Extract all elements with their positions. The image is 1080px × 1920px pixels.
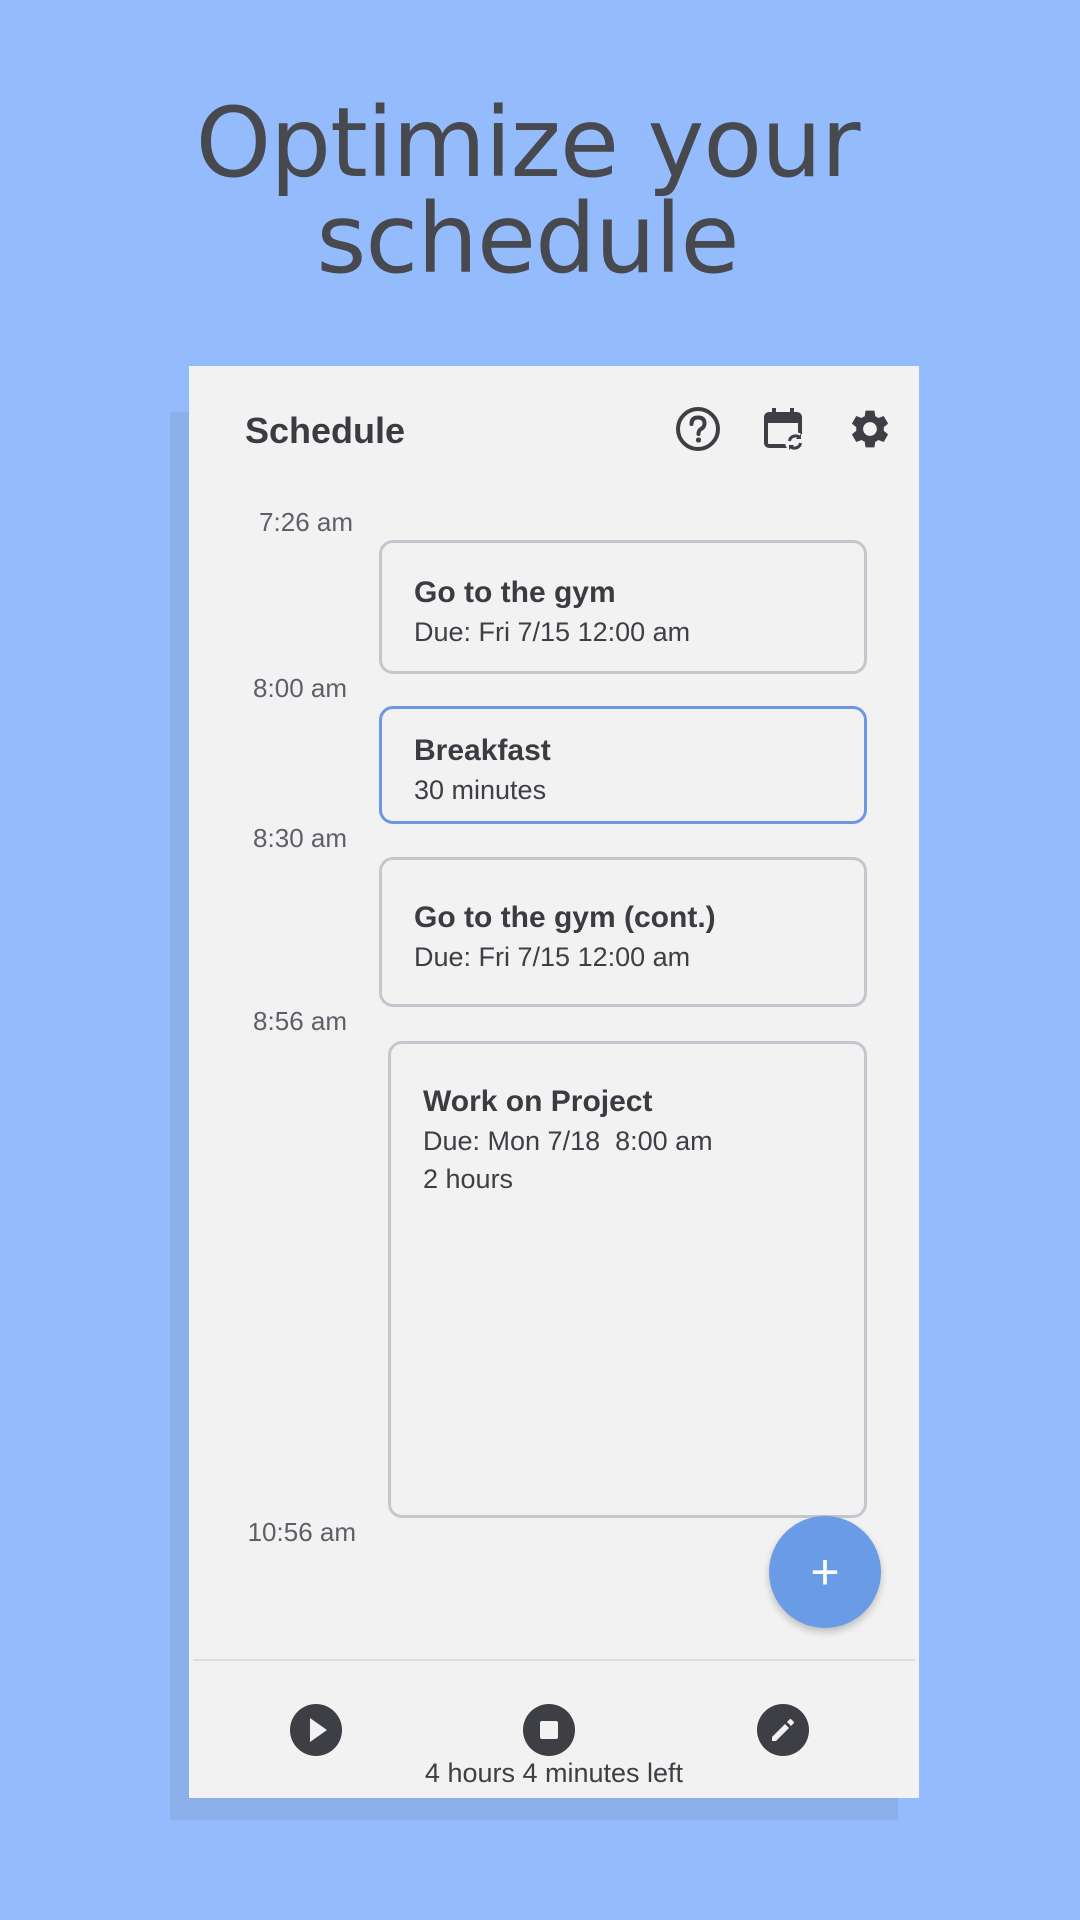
- play-button[interactable]: [290, 1704, 342, 1756]
- event-card[interactable]: Go to the gym Due: Fri 7/15 12:00 am: [379, 540, 867, 674]
- edit-pencil-icon: [772, 1719, 794, 1741]
- event-title: Go to the gym: [414, 576, 616, 609]
- event-card[interactable]: Work on Project Due: Mon 7/18 8:00 am 2 …: [388, 1041, 867, 1518]
- headline-line-1: Optimize your: [195, 87, 861, 199]
- event-duration: 30 minutes: [414, 775, 547, 805]
- event-title: Go to the gym (cont.): [414, 901, 716, 934]
- headline: Optimize your schedule: [0, 95, 1055, 287]
- app-screen: Schedule 7:26 am 8:00 am 8:30 am 8:56 am…: [189, 366, 919, 1798]
- help-icon[interactable]: [673, 404, 723, 454]
- time-label: 7:26 am: [259, 507, 353, 537]
- event-due: Due: Fri 7/15 12:00 am: [414, 942, 691, 972]
- time-label: 8:56 am: [253, 1006, 347, 1036]
- stop-button[interactable]: [523, 1704, 575, 1756]
- time-label: 8:30 am: [253, 823, 347, 853]
- event-title: Work on Project: [423, 1085, 653, 1118]
- event-card[interactable]: Go to the gym (cont.) Due: Fri 7/15 12:0…: [379, 857, 867, 1007]
- event-duration: 2 hours: [423, 1164, 514, 1194]
- event-due: Due: Fri 7/15 12:00 am: [414, 617, 691, 647]
- edit-button[interactable]: [757, 1704, 809, 1756]
- plus-icon: +: [810, 1544, 840, 1600]
- headline-line-2: schedule: [316, 183, 739, 295]
- divider: [193, 1659, 915, 1661]
- page-title: Schedule: [245, 410, 406, 451]
- time-remaining-text: 4 hours 4 minutes left: [424, 1758, 684, 1788]
- event-title: Breakfast: [414, 734, 551, 767]
- time-label: 8:00 am: [253, 673, 347, 703]
- time-label: 10:56 am: [247, 1517, 356, 1547]
- calendar-sync-icon[interactable]: [759, 404, 809, 454]
- add-event-button[interactable]: +: [769, 1516, 881, 1628]
- stop-icon: [540, 1721, 558, 1739]
- play-icon: [310, 1718, 327, 1742]
- event-due: Due: Mon 7/18 8:00 am: [423, 1126, 713, 1156]
- event-card-selected[interactable]: Breakfast 30 minutes: [379, 706, 867, 824]
- settings-gear-icon[interactable]: [845, 404, 895, 454]
